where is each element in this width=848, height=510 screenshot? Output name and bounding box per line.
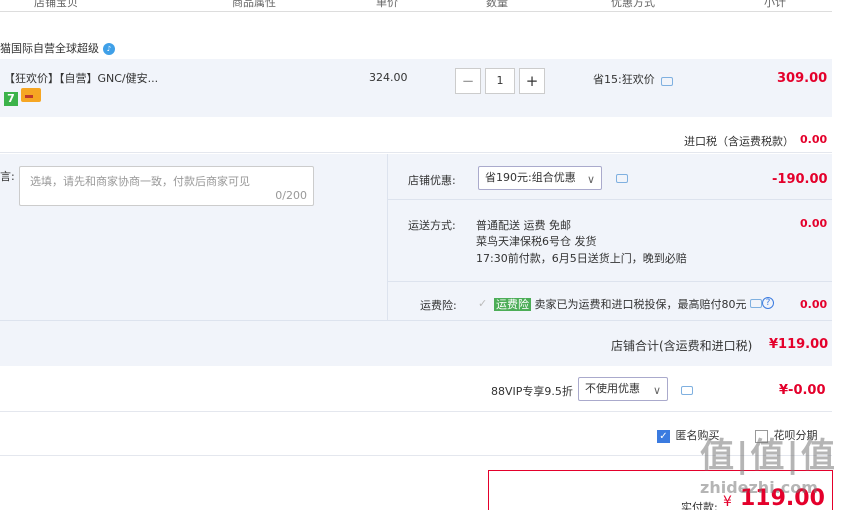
help-icon[interactable]: ? — [762, 297, 774, 309]
insurance-check-icon: ✓ — [478, 297, 488, 310]
shop-discount-label: 店铺优惠: — [408, 174, 456, 187]
col-header-promo: 优惠方式 — [611, 0, 655, 9]
insurance-text: 卖家已为运费和进口税投保，最高赔付80元 — [534, 298, 747, 311]
product-row — [0, 59, 832, 117]
message-placeholder: 选填，请先和商家协商一致，付款后商家可见 — [30, 175, 250, 188]
shop-discount-selected: 省190元:组合优惠 — [485, 171, 576, 184]
message-label: 言: — [0, 170, 15, 183]
credit-card-icon — [21, 88, 41, 102]
shipping-method[interactable]: 普通配送 运费 免邮 — [476, 217, 571, 233]
col-header-price: 单价 — [376, 0, 398, 9]
quantity-input[interactable]: 1 — [485, 68, 515, 94]
vip-info-icon[interactable] — [681, 386, 693, 395]
shop-discount-select[interactable]: 省190元:组合优惠 ∨ — [478, 166, 602, 190]
shop-total-label: 店铺合计(含运费和进口税) — [611, 339, 753, 353]
import-tax-value: 0.00 — [800, 133, 828, 146]
seven-day-return-icon: 7 — [4, 92, 18, 106]
shipping-warehouse: 菜鸟天津保税6号仓 发货 — [476, 235, 597, 248]
divider — [0, 320, 832, 321]
vip-label: 88VIP专享9.5折 — [491, 385, 573, 398]
vip-row — [0, 366, 832, 412]
col-header-subtotal: 小计 — [764, 0, 786, 9]
buyer-message-input[interactable]: 选填，请先和商家协商一致，付款后商家可见 0/200 — [19, 166, 314, 206]
pay-label: 实付款: — [681, 501, 718, 510]
shop-total-value: ¥119.00 — [769, 337, 829, 352]
chevron-down-icon: ∨ — [586, 173, 595, 186]
table-header: 店铺宝贝 商品属性 单价 数量 优惠方式 小计 — [0, 0, 832, 12]
insurance-label: 运费险: — [420, 299, 457, 312]
panel-divider — [387, 154, 388, 320]
product-badges: 7 — [4, 88, 41, 106]
col-header-qty: 数量 — [486, 0, 508, 9]
anonymous-checkbox[interactable]: ✓ — [657, 429, 670, 443]
col-header-shop: 店铺宝贝 — [34, 0, 78, 9]
promo-info-icon[interactable] — [661, 77, 673, 86]
insurance-chat-icon[interactable] — [750, 299, 762, 308]
chevron-down-icon: ∨ — [652, 384, 661, 397]
divider — [388, 281, 832, 282]
vip-discount-selected: 不使用优惠 — [585, 382, 640, 395]
insurance-row: 运费险 卖家已为运费和进口税投保，最高赔付80元 — [494, 296, 747, 312]
watermark-logo: 值|值|值 — [700, 436, 837, 476]
shop-name[interactable]: 猫国际自营全球超级 — [0, 42, 99, 55]
col-header-attr: 商品属性 — [232, 0, 276, 9]
shop-name-row: 猫国际自营全球超级 ♪ — [0, 40, 115, 56]
quantity-decrease-button[interactable]: − — [455, 68, 481, 94]
shop-discount-value: -190.00 — [772, 172, 828, 187]
product-title[interactable]: 【狂欢价】【自营】GNC/健安... — [4, 70, 158, 86]
insurance-tag: 运费险 — [494, 298, 531, 311]
product-promo: 省15:狂欢价 — [593, 73, 655, 86]
product-subtotal: 309.00 — [777, 71, 828, 86]
watermark-domain: zhidezhi.com — [700, 478, 818, 497]
import-tax-label: 进口税（含运费税款） — [684, 135, 794, 148]
shipping-label: 运送方式: — [408, 219, 456, 232]
quantity-stepper: − 1 + — [455, 68, 545, 94]
shipping-eta: 17:30前付款，6月5日送货上门，晚到必赔 — [476, 252, 687, 265]
divider — [388, 199, 832, 200]
vip-value: ¥-0.00 — [779, 383, 826, 398]
discount-info-icon[interactable] — [616, 174, 628, 183]
message-counter: 0/200 — [275, 189, 307, 202]
unit-price: 324.00 — [369, 71, 408, 84]
shipping-value: 0.00 — [800, 217, 828, 230]
insurance-value: 0.00 — [800, 298, 828, 311]
wangwang-chat-icon[interactable]: ♪ — [103, 43, 115, 55]
vip-discount-select[interactable]: 不使用优惠 ∨ — [578, 377, 668, 401]
quantity-increase-button[interactable]: + — [519, 68, 545, 94]
